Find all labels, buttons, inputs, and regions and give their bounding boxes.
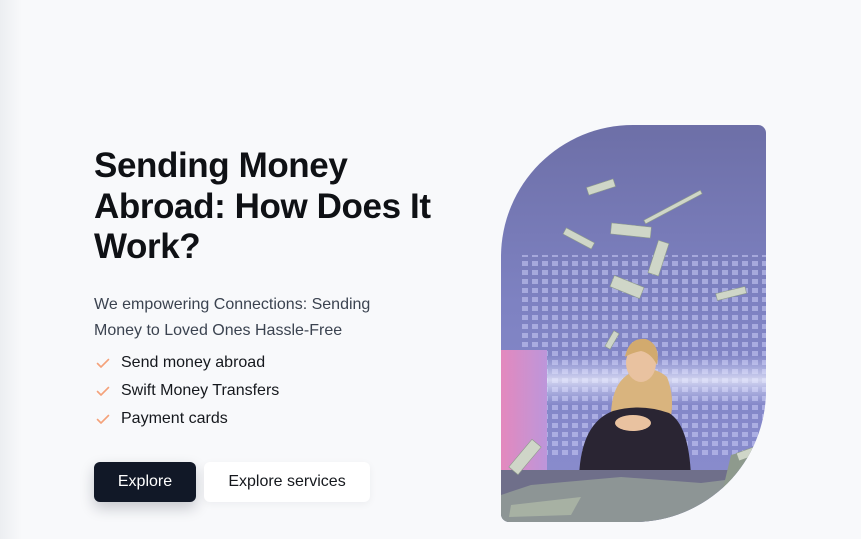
feature-list: Send money abroad Swift Money Transfers …	[94, 349, 279, 433]
check-icon	[95, 411, 111, 427]
explore-services-button[interactable]: Explore services	[204, 462, 370, 502]
hero-subtitle: We empowering Connections: Sending Money…	[94, 296, 371, 339]
hero-actions: Explore Explore services	[94, 462, 370, 502]
woman-with-flying-money-photo	[501, 125, 766, 522]
hero-content: Sending Money Abroad: How Does It Work? …	[94, 146, 454, 502]
feature-label: Send money abroad	[121, 354, 266, 371]
explore-button[interactable]: Explore	[94, 462, 196, 502]
feature-label: Payment cards	[121, 410, 228, 427]
check-icon	[95, 355, 111, 371]
feature-item: Payment cards	[94, 405, 279, 433]
check-icon	[95, 383, 111, 399]
feature-label: Swift Money Transfers	[121, 382, 280, 399]
feature-item: Send money abroad	[94, 349, 279, 377]
page-edge-shadow	[0, 0, 22, 539]
hero-photo	[501, 125, 766, 522]
feature-item: Swift Money Transfers	[94, 377, 279, 405]
hero-title: Sending Money Abroad: How Does It Work?	[94, 146, 431, 266]
